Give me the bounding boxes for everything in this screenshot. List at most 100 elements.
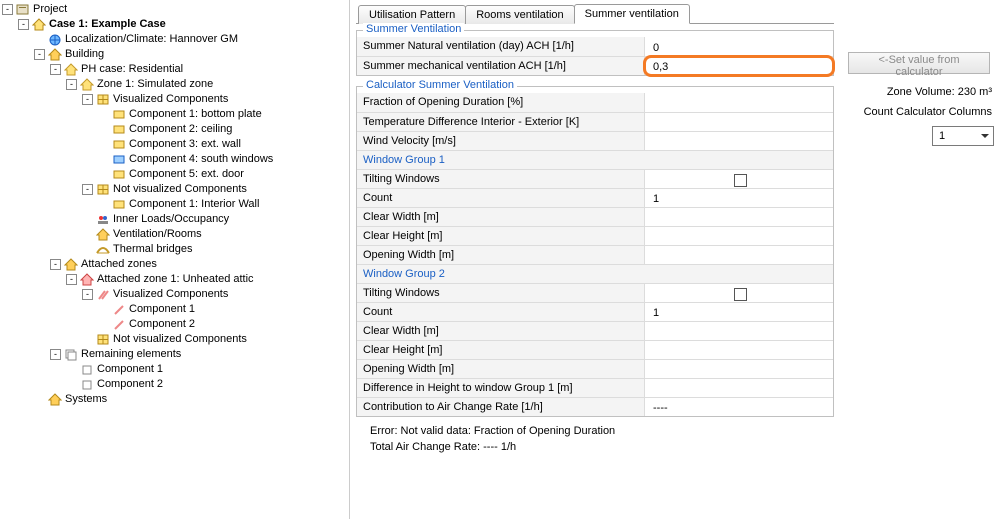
tree-toggle-icon[interactable]: - — [2, 4, 13, 15]
property-value[interactable] — [645, 322, 833, 340]
property-input[interactable] — [651, 382, 829, 396]
property-input[interactable] — [651, 211, 829, 225]
tree-item[interactable]: Component 5: ext. door — [2, 167, 349, 182]
property-value[interactable] — [645, 284, 833, 302]
property-label: Clear Height [m] — [357, 341, 645, 359]
checkbox[interactable] — [734, 174, 747, 187]
property-input[interactable] — [651, 135, 829, 149]
property-value[interactable] — [645, 246, 833, 264]
tree-item[interactable]: Localization/Climate: Hannover GM — [2, 32, 349, 47]
property-value[interactable] — [645, 57, 833, 75]
tree-item[interactable]: -Visualized Components — [2, 92, 349, 107]
tree-item[interactable]: -Case 1: Example Case — [2, 17, 349, 32]
tree-item[interactable]: Ventilation/Rooms — [2, 227, 349, 242]
tree-spacer — [98, 109, 109, 120]
tree-spacer — [82, 229, 93, 240]
tree-item[interactable]: Component 1: bottom plate — [2, 107, 349, 122]
grid-icon — [96, 333, 110, 346]
property-input[interactable] — [651, 41, 829, 55]
property-input[interactable] — [651, 401, 829, 415]
property-label: Tilting Windows — [357, 170, 645, 188]
property-value[interactable] — [645, 170, 833, 188]
property-value[interactable] — [645, 37, 833, 56]
error-line: Error: Not valid data: Fraction of Openi… — [370, 423, 834, 439]
property-value[interactable] — [645, 360, 833, 378]
tree-item[interactable]: -PH case: Residential — [2, 62, 349, 77]
tab-summer-ventilation[interactable]: Summer ventilation — [574, 4, 690, 24]
property-input[interactable] — [651, 344, 829, 358]
tree-item[interactable]: -Zone 1: Simulated zone — [2, 77, 349, 92]
property-value[interactable] — [645, 93, 833, 112]
property-value[interactable] — [645, 132, 833, 150]
tree-item[interactable]: - Project — [2, 2, 349, 17]
tree-item[interactable]: Not visualized Components — [2, 332, 349, 347]
property-value[interactable] — [645, 398, 833, 416]
tree-toggle-icon[interactable]: - — [82, 289, 93, 300]
tree-item[interactable]: Component 2: ceiling — [2, 122, 349, 137]
tree-item[interactable]: Component 1 — [2, 302, 349, 317]
set-value-from-calculator-button[interactable]: <-Set value from calculator — [848, 52, 990, 74]
tree-toggle-icon[interactable]: - — [50, 64, 61, 75]
property-value[interactable] — [645, 113, 833, 131]
tree-toggle-icon[interactable]: - — [66, 79, 77, 90]
property-input[interactable] — [651, 363, 829, 377]
property-input[interactable] — [651, 230, 829, 244]
checkbox[interactable] — [734, 288, 747, 301]
property-value[interactable] — [645, 379, 833, 397]
tree-item-label: Component 3: ext. wall — [129, 137, 241, 152]
property-input[interactable] — [651, 192, 829, 206]
property-input[interactable] — [651, 325, 829, 339]
tree-item[interactable]: -Building — [2, 47, 349, 62]
property-input[interactable] — [651, 306, 829, 320]
summer-ventilation-group: Summer Ventilation Summer Natural ventil… — [356, 30, 834, 76]
property-input[interactable] — [651, 249, 829, 263]
tree-item[interactable]: Component 1: Interior Wall — [2, 197, 349, 212]
tree-toggle-icon[interactable]: - — [50, 259, 61, 270]
house-icon — [96, 228, 110, 241]
property-input[interactable] — [651, 97, 829, 111]
tree-item-label: Component 1: Interior Wall — [129, 197, 259, 212]
tree-item[interactable]: -Attached zone 1: Unheated attic — [2, 272, 349, 287]
tree-item[interactable]: - Remaining elements — [2, 347, 349, 362]
tree-item-label: Component 2: ceiling — [129, 122, 232, 137]
tree-item-label: Not visualized Components — [113, 332, 247, 347]
tree-item-label: Component 2 — [97, 377, 163, 392]
tree-toggle-icon[interactable]: - — [66, 274, 77, 285]
tree-item[interactable]: Component 3: ext. wall — [2, 137, 349, 152]
tree-item-label: Component 2 — [129, 317, 195, 332]
calculator-group: Calculator Summer Ventilation Fraction o… — [356, 86, 834, 417]
tree-item-label: Component 5: ext. door — [129, 167, 244, 182]
property-value[interactable] — [645, 208, 833, 226]
property-value[interactable] — [645, 189, 833, 207]
tree-toggle-icon[interactable]: - — [34, 49, 45, 60]
tree-item[interactable]: Systems — [2, 392, 349, 407]
tree-item-label: Remaining elements — [81, 347, 181, 362]
property-value[interactable] — [645, 341, 833, 359]
tree-item[interactable]: -Not visualized Components — [2, 182, 349, 197]
property-input[interactable] — [651, 116, 829, 130]
tree-item[interactable]: Component 1 — [2, 362, 349, 377]
property-input[interactable] — [651, 60, 829, 74]
tree-item[interactable]: Component 4: south windows — [2, 152, 349, 167]
tree-item[interactable]: Component 2 — [2, 317, 349, 332]
tab-utilisation-pattern[interactable]: Utilisation Pattern — [358, 5, 466, 24]
tree-item-label: Component 1 — [97, 362, 163, 377]
count-calculator-columns-select[interactable]: 1 — [932, 126, 994, 146]
tree-toggle-icon[interactable]: - — [50, 349, 61, 360]
tree-item[interactable]: Thermal bridges — [2, 242, 349, 257]
tree-item[interactable]: Component 2 — [2, 377, 349, 392]
project-tree[interactable]: -Project-Case 1: Example CaseLocalizatio… — [0, 0, 350, 519]
tree-item[interactable]: -Visualized Components — [2, 287, 349, 302]
property-value[interactable] — [645, 303, 833, 321]
tree-toggle-icon[interactable]: - — [82, 94, 93, 105]
tab-rooms-ventilation[interactable]: Rooms ventilation — [465, 5, 574, 24]
property-label: Fraction of Opening Duration [%] — [357, 93, 645, 112]
tree-item-label: Project — [33, 2, 67, 17]
tree-item[interactable]: -Attached zones — [2, 257, 349, 272]
tree-item[interactable]: Inner Loads/Occupancy — [2, 212, 349, 227]
tree-spacer — [82, 214, 93, 225]
section-heading: Window Group 1 — [357, 150, 833, 169]
tree-toggle-icon[interactable]: - — [82, 184, 93, 195]
tree-toggle-icon[interactable]: - — [18, 19, 29, 30]
property-value[interactable] — [645, 227, 833, 245]
